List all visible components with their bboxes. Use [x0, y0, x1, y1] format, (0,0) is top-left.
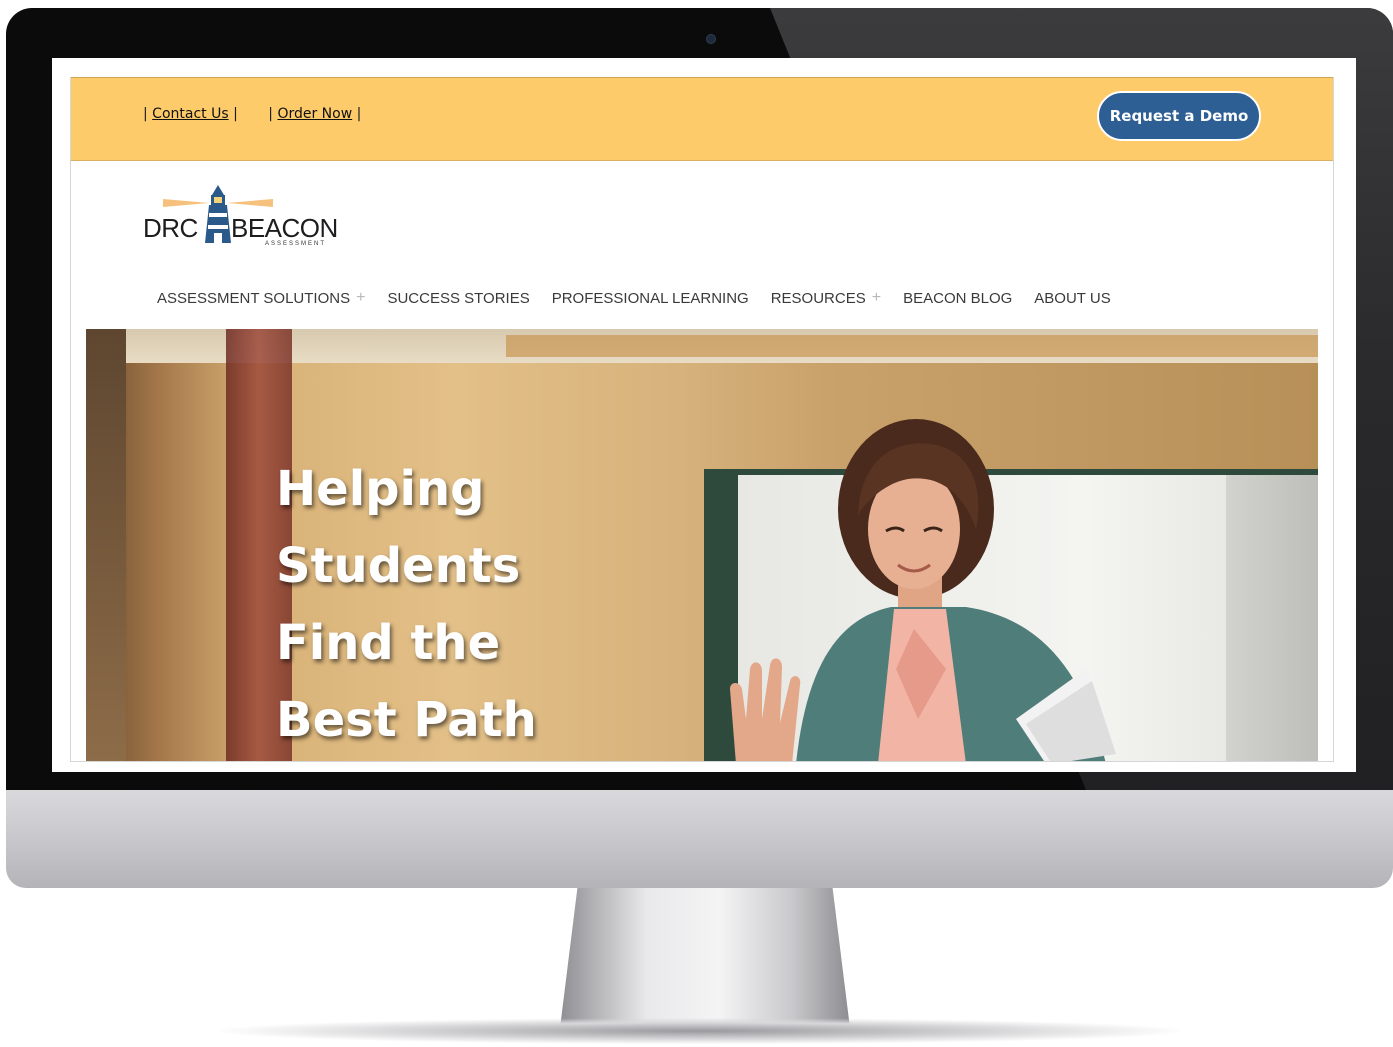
hero-whiteboard-edge [1226, 475, 1318, 761]
nav-item-professional-learning[interactable]: PROFESSIONAL LEARNING [552, 289, 749, 307]
contact-us-link[interactable]: Contact Us [152, 106, 228, 122]
plus-icon[interactable]: + [872, 289, 881, 307]
plus-icon[interactable]: + [356, 289, 365, 307]
hero-headline-line: Find the [276, 615, 501, 671]
nav-item-resources[interactable]: RESOURCES + [771, 289, 881, 307]
hero-headline-line: Students [276, 538, 521, 594]
hero-banner: Helping Students Find the Best Path [86, 329, 1318, 761]
screen: | Contact Us | | Order Now | Request a D… [52, 58, 1356, 772]
logo-subtitle: ASSESSMENT [265, 241, 327, 247]
monitor-chin [6, 790, 1393, 888]
camera-icon [706, 34, 716, 44]
nav-item-assessment-solutions[interactable]: ASSESSMENT SOLUTIONS + [157, 289, 365, 307]
main-nav: ASSESSMENT SOLUTIONS + SUCCESS STORIES PR… [157, 289, 1133, 307]
monitor-stand [560, 888, 850, 1028]
monitor-stand-base [220, 1018, 1180, 1044]
logo-text-drc: DRC [143, 213, 198, 243]
drc-beacon-logo[interactable]: DRC BEACON ASSESSMENT [143, 183, 343, 251]
hero-window [86, 329, 126, 761]
hero-headline-line: Best Path [276, 692, 537, 748]
hero-headline: Helping Students Find the Best Path [276, 451, 537, 759]
logo-text-beacon: BEACON [231, 213, 338, 243]
hero-trim [506, 335, 1318, 357]
hero-headline-line: Helping [276, 461, 485, 517]
utility-links: | Contact Us | | Order Now | [143, 106, 362, 122]
nav-item-success-stories[interactable]: SUCCESS STORIES [387, 289, 529, 307]
website-frame: | Contact Us | | Order Now | Request a D… [70, 77, 1334, 762]
nav-item-about-us[interactable]: ABOUT US [1034, 289, 1110, 307]
nav-item-beacon-blog[interactable]: BEACON BLOG [903, 289, 1012, 307]
request-demo-button[interactable]: Request a Demo [1097, 91, 1261, 141]
teacher-photo [730, 419, 1116, 761]
utility-bar: | Contact Us | | Order Now | Request a D… [71, 77, 1333, 161]
order-now-link[interactable]: Order Now [277, 106, 352, 122]
